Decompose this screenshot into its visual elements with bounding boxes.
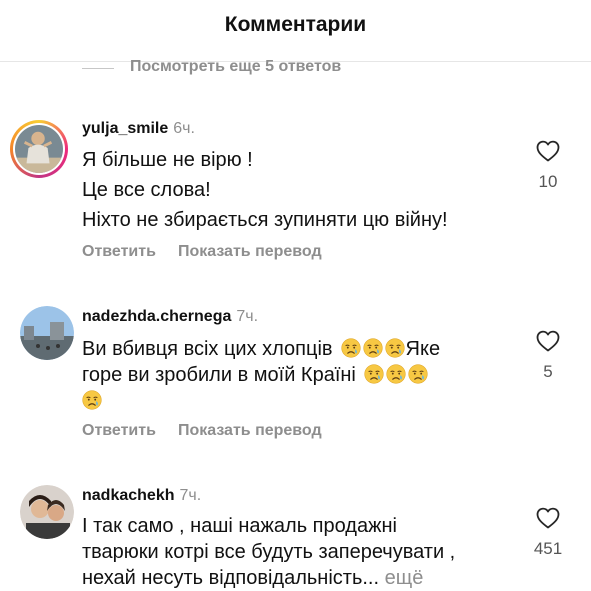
comment-line-text: Ви вбивця всіх цих хлопців xyxy=(82,338,333,360)
avatar[interactable] xyxy=(20,485,74,539)
username[interactable]: nadezhda.chernega xyxy=(82,308,231,325)
comment-header: yulja_smile 6ч. xyxy=(82,120,195,138)
comment-actions: Ответить Показать перевод xyxy=(82,243,344,261)
crying-face-emoji xyxy=(386,364,406,384)
page-title: Комментарии xyxy=(224,13,367,36)
like-count: 10 xyxy=(538,172,558,191)
comment-actions: Ответить Показать перевод xyxy=(82,422,344,440)
comment-line: горе ви зробили в моїй Країні xyxy=(82,362,512,388)
comment-text: Ви вбивця всіх цих хлопців Яке горе ви зр… xyxy=(82,336,512,414)
comment-line xyxy=(82,388,512,414)
comment-line-text: нехай несуть відповідальність... xyxy=(82,567,380,589)
comment-time: 7ч. xyxy=(236,308,259,325)
comment-line-text: Яке xyxy=(405,338,441,360)
see-more-link[interactable]: ещё xyxy=(385,567,424,589)
avatar-photo xyxy=(20,306,74,360)
like-control: 451 xyxy=(531,507,565,559)
reply-button[interactable]: Ответить xyxy=(82,243,156,260)
comment-line: І так само , наші нажаль продажні xyxy=(82,515,397,537)
crying-face-emoji xyxy=(408,364,428,384)
comment-line: Це все слова! xyxy=(82,179,211,201)
comment-line: нехай несуть відповідальність... ещё xyxy=(82,565,512,591)
username[interactable]: yulja_smile xyxy=(82,120,168,137)
comment-text: Я більше не вірю ! Це все слова! Ніхто н… xyxy=(82,145,512,235)
view-more-replies-label: Посмотреть еще 5 ответов xyxy=(130,58,342,75)
avatar[interactable] xyxy=(10,120,68,178)
heart-outline-icon[interactable] xyxy=(536,140,560,162)
comment-header: nadezhda.chernega 7ч. xyxy=(82,308,258,326)
see-translation-button[interactable]: Показать перевод xyxy=(178,422,322,439)
crying-face-emoji xyxy=(82,390,102,410)
comment-line: тварюки котрі все будуть заперечувати , xyxy=(82,541,456,563)
heart-outline-icon[interactable] xyxy=(536,330,560,352)
comment-text: І так само , наші нажаль продажні тварюк… xyxy=(82,513,512,591)
like-control: 10 xyxy=(531,140,565,192)
avatar[interactable] xyxy=(20,306,74,360)
like-count: 451 xyxy=(533,539,563,558)
replies-divider-line xyxy=(82,68,114,69)
comment-header: nadkachekh 7ч. xyxy=(82,487,201,505)
header: Комментарии xyxy=(0,0,591,62)
reply-button[interactable]: Ответить xyxy=(82,422,156,439)
crying-face-emoji xyxy=(363,338,383,358)
comment-line: Ніхто не збирається зупиняти цю війну! xyxy=(82,209,448,231)
avatar-photo xyxy=(15,125,63,173)
avatar-photo xyxy=(20,485,74,539)
comment-time: 6ч. xyxy=(173,120,195,137)
username[interactable]: nadkachekh xyxy=(82,487,174,504)
crying-face-emoji xyxy=(364,364,384,384)
crying-face-emoji xyxy=(385,338,405,358)
like-control: 5 xyxy=(531,330,565,382)
like-count: 5 xyxy=(543,362,553,381)
crying-face-emoji xyxy=(341,338,361,358)
comment-time: 7ч. xyxy=(179,487,202,504)
comment-line-text: горе ви зробили в моїй Країні xyxy=(82,364,356,386)
see-translation-button[interactable]: Показать перевод xyxy=(178,243,322,260)
heart-outline-icon[interactable] xyxy=(536,507,560,529)
comment-line: Я більше не вірю ! xyxy=(82,149,253,171)
comment-line: Ви вбивця всіх цих хлопців Яке xyxy=(82,336,512,362)
